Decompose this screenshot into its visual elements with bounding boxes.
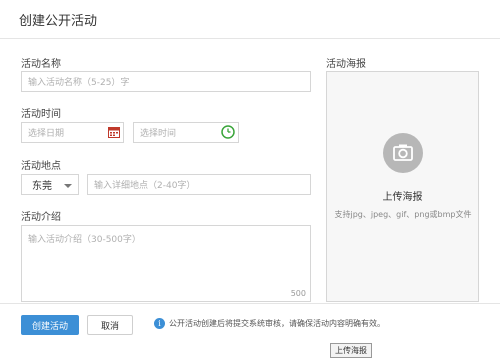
file-type-hint: 支持jpg、jpeg、gif、png或bmp文件: [334, 210, 472, 219]
camera-icon: [383, 133, 423, 173]
upload-poster-title: 上传海报: [382, 192, 423, 203]
activity-intro-placeholder: 输入活动介绍（30-500字）: [28, 235, 141, 245]
location-detail-input[interactable]: 输入详细地点（2-40字）: [87, 174, 311, 195]
clock-icon[interactable]: [221, 125, 235, 139]
char-counter: 500: [290, 289, 306, 298]
chevron-down-icon: [64, 184, 72, 188]
create-activity-dialog: 创建公开活动 活动名称 输入活动名称（5-25）字 活动时间 选择日期 选择时间…: [0, 0, 500, 358]
cancel-button[interactable]: 取消: [87, 315, 133, 335]
activity-intro-textarea[interactable]: 输入活动介绍（30-500字） 500: [21, 225, 311, 302]
activity-intro-label: 活动介绍: [21, 212, 61, 223]
review-notice-text: 公开活动创建后将提交系统审核，请确保活动内容明确有效。: [169, 319, 385, 328]
city-value: 东莞: [32, 181, 52, 192]
poster-upload-area[interactable]: 上传海报 支持jpg、jpeg、gif、png或bmp文件 上传海报: [326, 71, 479, 358]
date-placeholder: 选择日期: [28, 129, 65, 139]
footer-divider: [0, 303, 500, 304]
create-activity-button[interactable]: 创建活动: [21, 315, 79, 335]
dialog-title: 创建公开活动: [19, 14, 98, 29]
activity-name-label: 活动名称: [21, 59, 61, 70]
activity-name-input[interactable]: 输入活动名称（5-25）字: [21, 71, 311, 92]
activity-time-label: 活动时间: [21, 109, 61, 120]
review-notice: i 公开活动创建后将提交系统审核，请确保活动内容明确有效。: [154, 318, 385, 329]
camera-icon-glyph: [393, 144, 413, 161]
city-select[interactable]: 东莞: [21, 174, 79, 195]
activity-name-placeholder: 输入活动名称（5-25）字: [28, 78, 130, 88]
time-placeholder: 选择时间: [140, 129, 177, 139]
poster-label: 活动海报: [326, 59, 366, 70]
title-divider: [0, 38, 500, 39]
info-icon: i: [154, 318, 165, 329]
activity-location-label: 活动地点: [21, 161, 61, 172]
upload-poster-button[interactable]: 上传海报: [330, 343, 372, 358]
calendar-icon[interactable]: [108, 126, 120, 138]
location-detail-placeholder: 输入详细地点（2-40字）: [94, 181, 196, 191]
